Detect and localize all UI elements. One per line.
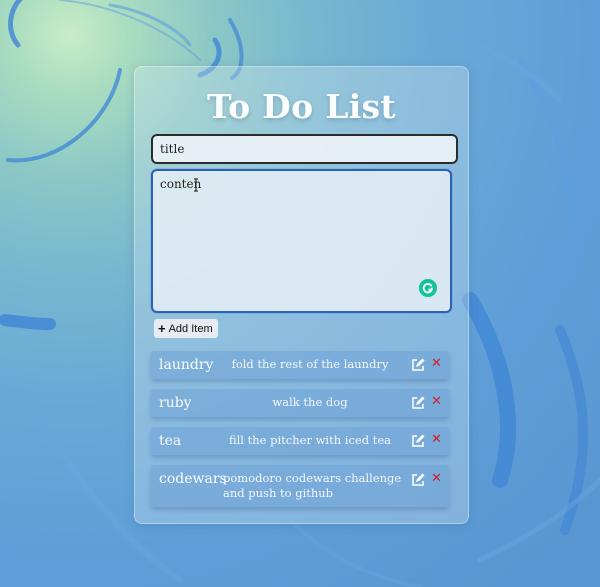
item-title: ruby <box>159 395 192 411</box>
item-content: fill the pitcher with iced tea <box>228 433 392 447</box>
list-item: ruby walk the dog ✕ <box>151 389 449 417</box>
close-icon[interactable]: ✕ <box>431 357 443 371</box>
list-item: codewars pomodoro codewars challenge and… <box>151 465 449 507</box>
edit-icon[interactable] <box>411 473 425 487</box>
item-title: tea <box>159 433 182 449</box>
plus-icon: + <box>158 321 166 336</box>
add-item-label: Add Item <box>168 322 213 335</box>
item-content: fold the rest of the laundry <box>231 357 389 371</box>
item-content: pomodoro codewars challenge and push to … <box>223 471 402 500</box>
todo-card: To Do List conten + Add Item laundry fol… <box>134 66 469 524</box>
add-item-button[interactable]: + Add Item <box>154 319 218 338</box>
item-content: walk the dog <box>272 395 348 409</box>
item-title: laundry <box>159 357 214 373</box>
list-item: laundry fold the rest of the laundry ✕ <box>151 351 449 379</box>
text-cursor-icon <box>194 178 198 192</box>
edit-icon[interactable] <box>411 396 425 410</box>
edit-icon[interactable] <box>411 434 425 448</box>
page-title: To Do List <box>207 87 396 126</box>
content-textarea[interactable]: conten <box>151 169 452 313</box>
close-icon[interactable]: ✕ <box>431 433 443 447</box>
edit-icon[interactable] <box>411 358 425 372</box>
close-icon[interactable]: ✕ <box>431 472 443 486</box>
item-title: codewars <box>159 471 227 487</box>
grammarly-icon[interactable] <box>419 279 437 297</box>
list-item: tea fill the pitcher with iced tea ✕ <box>151 427 449 455</box>
title-input[interactable] <box>151 134 458 164</box>
close-icon[interactable]: ✕ <box>431 395 443 409</box>
